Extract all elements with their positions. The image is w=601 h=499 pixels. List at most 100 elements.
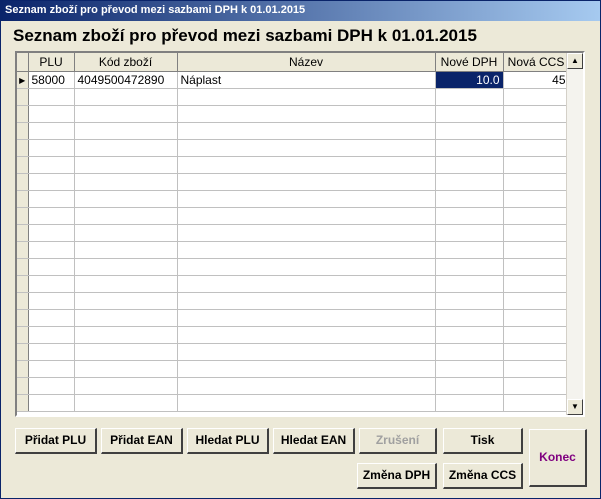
table-cell[interactable] [435, 122, 504, 140]
table-cell[interactable] [177, 377, 436, 395]
table-cell[interactable] [28, 394, 75, 412]
cell-code[interactable]: 4049500472890 [74, 71, 178, 89]
items-grid[interactable]: PLU Kód zboží Název Nové DPH Nová CCS ▶ … [15, 51, 585, 417]
cancel-button[interactable]: Zrušení [359, 428, 437, 454]
search-plu-button[interactable]: Hledat PLU [187, 428, 269, 454]
table-row[interactable] [17, 88, 569, 106]
table-cell[interactable] [28, 88, 75, 106]
table-cell[interactable] [435, 377, 504, 395]
change-vat-button[interactable]: Změna DPH [357, 463, 437, 489]
table-cell[interactable] [28, 309, 75, 327]
table-cell[interactable] [177, 360, 436, 378]
table-cell[interactable] [435, 343, 504, 361]
table-cell[interactable] [28, 105, 75, 123]
table-cell[interactable] [503, 207, 569, 225]
table-cell[interactable] [74, 156, 178, 174]
column-header-ccs[interactable]: Nová CCS [503, 53, 569, 72]
table-cell[interactable] [28, 224, 75, 242]
table-cell[interactable] [177, 394, 436, 412]
table-row[interactable] [17, 173, 569, 191]
table-cell[interactable] [28, 258, 75, 276]
table-cell[interactable] [435, 309, 504, 327]
table-cell[interactable] [74, 207, 178, 225]
table-cell[interactable] [177, 173, 436, 191]
table-cell[interactable] [28, 207, 75, 225]
table-cell[interactable] [435, 241, 504, 259]
table-cell[interactable] [74, 377, 178, 395]
table-cell[interactable] [28, 122, 75, 140]
table-cell[interactable] [503, 105, 569, 123]
table-row[interactable]: ▶ 58000 4049500472890 Náplast 10.0 45 [17, 71, 569, 89]
table-cell[interactable] [74, 224, 178, 242]
table-cell[interactable] [28, 173, 75, 191]
table-cell[interactable] [28, 292, 75, 310]
title-bar[interactable]: Seznam zboží pro převod mezi sazbami DPH… [1, 1, 600, 21]
add-plu-button[interactable]: Přidat PLU [15, 428, 97, 454]
table-row[interactable] [17, 105, 569, 123]
table-cell[interactable] [435, 394, 504, 412]
column-header-vat[interactable]: Nové DPH [435, 53, 504, 72]
table-cell[interactable] [177, 258, 436, 276]
table-row[interactable] [17, 258, 569, 276]
table-cell[interactable] [74, 105, 178, 123]
table-cell[interactable] [503, 122, 569, 140]
table-cell[interactable] [177, 292, 436, 310]
table-cell[interactable] [435, 173, 504, 191]
column-header-plu[interactable]: PLU [28, 53, 75, 72]
table-cell[interactable] [74, 258, 178, 276]
table-cell[interactable] [28, 377, 75, 395]
table-cell[interactable] [74, 394, 178, 412]
cell-name[interactable]: Náplast [177, 71, 436, 89]
table-cell[interactable] [177, 139, 436, 157]
table-cell[interactable] [435, 207, 504, 225]
table-row[interactable] [17, 309, 569, 327]
table-cell[interactable] [503, 275, 569, 293]
table-cell[interactable] [28, 275, 75, 293]
table-row[interactable] [17, 241, 569, 259]
scroll-down-icon[interactable]: ▼ [567, 399, 583, 415]
cell-plu[interactable]: 58000 [28, 71, 75, 89]
change-ccs-button[interactable]: Změna CCS [443, 463, 523, 489]
add-ean-button[interactable]: Přidat EAN [101, 428, 183, 454]
table-cell[interactable] [503, 326, 569, 344]
table-cell[interactable] [28, 326, 75, 344]
table-row[interactable] [17, 139, 569, 157]
table-cell[interactable] [177, 275, 436, 293]
table-cell[interactable] [74, 241, 178, 259]
table-cell[interactable] [503, 343, 569, 361]
table-cell[interactable] [74, 343, 178, 361]
table-cell[interactable] [74, 292, 178, 310]
table-cell[interactable] [74, 309, 178, 327]
table-cell[interactable] [435, 275, 504, 293]
table-cell[interactable] [28, 241, 75, 259]
table-row[interactable] [17, 360, 569, 378]
cell-ccs[interactable]: 45 [503, 71, 569, 89]
table-cell[interactable] [177, 224, 436, 242]
table-cell[interactable] [74, 88, 178, 106]
table-cell[interactable] [177, 122, 436, 140]
table-cell[interactable] [435, 156, 504, 174]
table-cell[interactable] [28, 156, 75, 174]
table-cell[interactable] [503, 156, 569, 174]
table-cell[interactable] [435, 326, 504, 344]
table-cell[interactable] [503, 139, 569, 157]
table-cell[interactable] [503, 309, 569, 327]
table-cell[interactable] [503, 292, 569, 310]
vertical-scrollbar[interactable]: ▲ ▼ [566, 53, 583, 415]
table-cell[interactable] [177, 156, 436, 174]
table-cell[interactable] [503, 224, 569, 242]
table-cell[interactable] [177, 309, 436, 327]
table-cell[interactable] [503, 173, 569, 191]
table-row[interactable] [17, 292, 569, 310]
table-row[interactable] [17, 343, 569, 361]
table-row[interactable] [17, 394, 569, 412]
table-cell[interactable] [435, 88, 504, 106]
table-cell[interactable] [28, 343, 75, 361]
scroll-up-icon[interactable]: ▲ [567, 53, 583, 69]
table-cell[interactable] [435, 105, 504, 123]
table-row[interactable] [17, 326, 569, 344]
table-cell[interactable] [503, 241, 569, 259]
exit-button[interactable]: Konec [529, 429, 587, 487]
column-header-code[interactable]: Kód zboží [74, 53, 178, 72]
table-cell[interactable] [177, 190, 436, 208]
